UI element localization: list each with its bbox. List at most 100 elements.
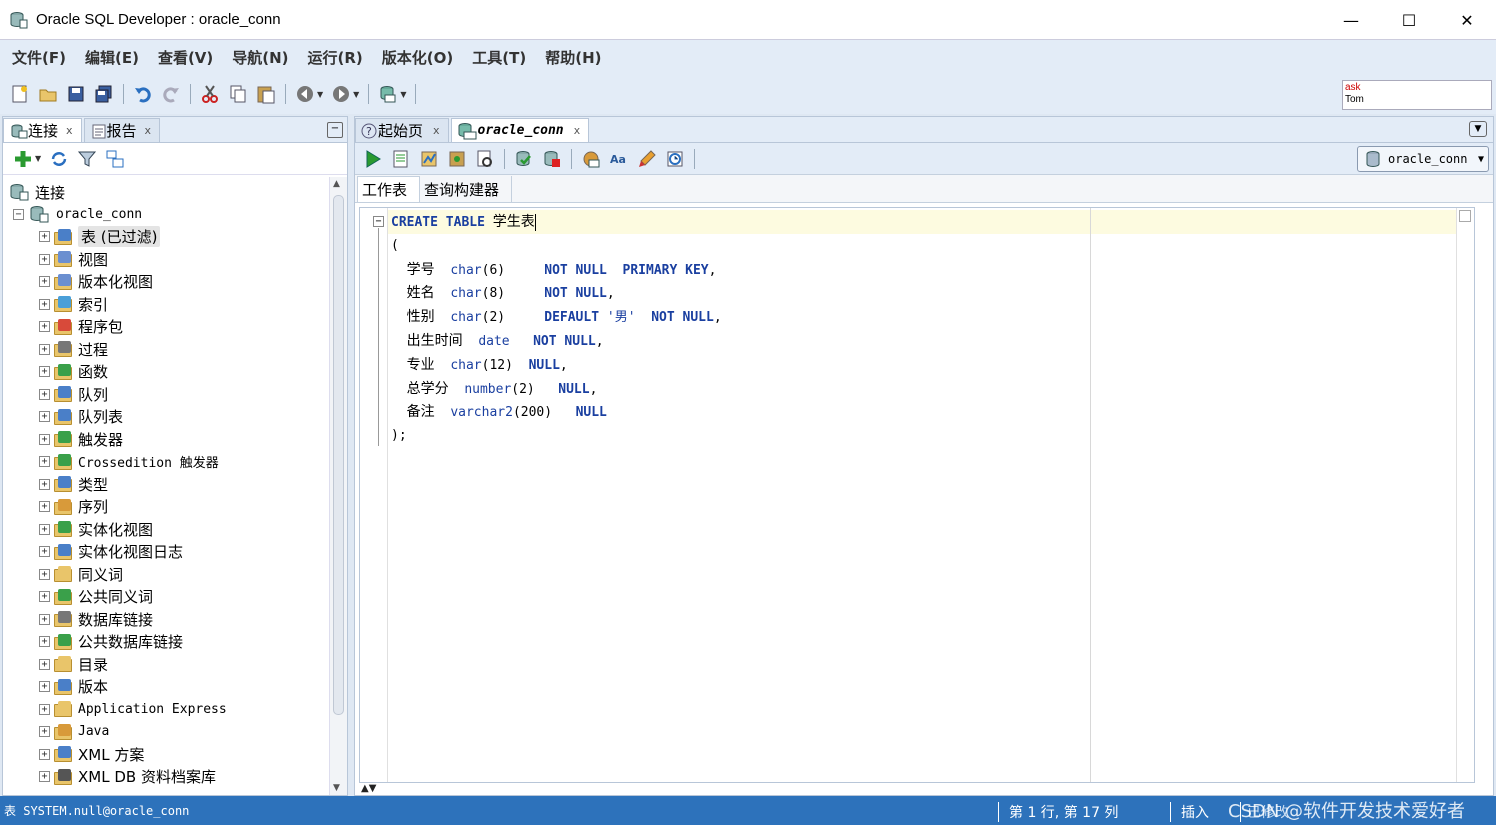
menu-view[interactable]: 查看(V): [158, 47, 213, 68]
expand-icon[interactable]: +: [39, 456, 50, 468]
sql-worksheet-icon[interactable]: [377, 83, 399, 105]
expand-icon[interactable]: +: [39, 726, 50, 738]
explain-plan-icon[interactable]: [446, 148, 468, 170]
tree-item[interactable]: + 公共同义词: [3, 586, 329, 609]
chevron-down-icon[interactable]: ▼: [35, 154, 41, 163]
refresh-icon[interactable]: [48, 148, 70, 170]
minimize-button[interactable]: —: [1322, 0, 1380, 40]
tree-item[interactable]: + XML DB 资料档案库: [3, 766, 329, 789]
expand-icon[interactable]: +: [39, 366, 50, 378]
menu-run[interactable]: 运行(R): [308, 47, 363, 68]
forward-icon[interactable]: [330, 83, 352, 105]
editor-scrollbar[interactable]: [1456, 208, 1474, 782]
tree-item[interactable]: + Java: [3, 721, 329, 744]
tab-reports[interactable]: 报告 x: [83, 118, 161, 142]
minimize-panel-button[interactable]: −: [327, 122, 343, 138]
filter-icon[interactable]: [76, 148, 98, 170]
tab-query-builder[interactable]: 查询构建器: [420, 176, 513, 202]
tree-item[interactable]: + 实体化视图: [3, 518, 329, 541]
close-icon[interactable]: x: [66, 124, 73, 137]
copy-icon[interactable]: [227, 83, 249, 105]
save-all-icon[interactable]: [93, 83, 115, 105]
tab-start-page[interactable]: ? 起始页 x: [355, 118, 449, 142]
expand-icon[interactable]: +: [39, 591, 50, 603]
tree-item[interactable]: + 视图: [3, 248, 329, 271]
save-icon[interactable]: [65, 83, 87, 105]
tree-item[interactable]: + 实体化视图日志: [3, 541, 329, 564]
expand-icon[interactable]: +: [39, 321, 50, 333]
cut-icon[interactable]: [199, 83, 221, 105]
run-statement-icon[interactable]: [362, 148, 384, 170]
tree-connection[interactable]: − oracle_conn: [3, 203, 329, 226]
chevron-down-icon[interactable]: ▼: [317, 90, 323, 99]
scroll-up-icon[interactable]: ▲: [333, 179, 340, 189]
tree-item[interactable]: + 版本化视图: [3, 271, 329, 294]
menu-help[interactable]: 帮助(H): [545, 47, 601, 68]
tune-sql-icon[interactable]: [474, 148, 496, 170]
expand-icon[interactable]: +: [39, 523, 50, 535]
expand-icon[interactable]: +: [39, 748, 50, 760]
expand-icon[interactable]: +: [39, 253, 50, 265]
run-script-icon[interactable]: [390, 148, 412, 170]
expand-icon[interactable]: +: [39, 343, 50, 355]
menu-file[interactable]: 文件(F): [12, 47, 66, 68]
close-icon[interactable]: x: [574, 124, 581, 137]
scrollbar-thumb[interactable]: [333, 195, 344, 715]
tree-item[interactable]: + 队列表: [3, 406, 329, 429]
expand-icon[interactable]: +: [39, 298, 50, 310]
connection-select[interactable]: oracle_conn ▼: [1357, 146, 1489, 172]
tree-item[interactable]: + 目录: [3, 653, 329, 676]
close-icon[interactable]: x: [433, 124, 440, 137]
add-connection-icon[interactable]: [12, 148, 34, 170]
tree-item[interactable]: + 表 (已过滤): [3, 226, 329, 249]
undo-icon[interactable]: [132, 83, 154, 105]
tree-item[interactable]: + 数据库链接: [3, 608, 329, 631]
expand-icon[interactable]: +: [39, 388, 50, 400]
tree-item[interactable]: + Crossedition 触发器: [3, 451, 329, 474]
tree-item[interactable]: + 公共数据库链接: [3, 631, 329, 654]
menu-versioning[interactable]: 版本化(O): [382, 47, 453, 68]
tab-oracle-conn[interactable]: oracle_conn x: [450, 118, 590, 142]
code-text[interactable]: CREATE TABLE 学生表 ( 学号 char(6) NOT NULL P…: [391, 210, 722, 448]
menu-edit[interactable]: 编辑(E): [85, 47, 139, 68]
expand-icon[interactable]: +: [39, 771, 50, 783]
expand-icon[interactable]: +: [39, 613, 50, 625]
tree-item[interactable]: + XML 方案: [3, 743, 329, 766]
maximize-button[interactable]: ☐: [1380, 0, 1438, 40]
autotrace-icon[interactable]: [418, 148, 440, 170]
tree-item[interactable]: + 类型: [3, 473, 329, 496]
scroll-down-icon[interactable]: ▼: [333, 783, 340, 793]
tree-item[interactable]: + 序列: [3, 496, 329, 519]
ask-tom-box[interactable]: ask Tom: [1342, 80, 1492, 110]
expand-icon[interactable]: +: [39, 658, 50, 670]
schema-browser-icon[interactable]: [104, 148, 126, 170]
tab-list-button[interactable]: ▼: [1469, 121, 1487, 137]
tree-item[interactable]: + 过程: [3, 338, 329, 361]
redo-icon[interactable]: [160, 83, 182, 105]
sql-history-icon[interactable]: [664, 148, 686, 170]
menu-navigate[interactable]: 导航(N): [232, 47, 288, 68]
expand-icon[interactable]: +: [39, 546, 50, 558]
tree-item[interactable]: + Application Express: [3, 698, 329, 721]
tree-root-connections[interactable]: 连接: [3, 181, 329, 203]
chevron-down-icon[interactable]: ▼: [353, 90, 359, 99]
tree-item[interactable]: + 索引: [3, 293, 329, 316]
chevron-down-icon[interactable]: ▼: [1478, 154, 1484, 165]
fold-icon[interactable]: −: [373, 216, 384, 227]
expand-icon[interactable]: +: [39, 433, 50, 445]
tree-item[interactable]: + 触发器: [3, 428, 329, 451]
expand-icon[interactable]: +: [39, 276, 50, 288]
tree-item[interactable]: + 版本: [3, 676, 329, 699]
expand-icon[interactable]: +: [39, 703, 50, 715]
tree-scrollbar[interactable]: ▲ ▼: [329, 177, 347, 795]
rollback-icon[interactable]: [541, 148, 563, 170]
tab-connections[interactable]: 连接 x: [3, 118, 82, 142]
new-file-icon[interactable]: [9, 83, 31, 105]
menu-tools[interactable]: 工具(T): [472, 47, 526, 68]
collapse-icon[interactable]: −: [13, 208, 24, 220]
expand-icon[interactable]: +: [39, 636, 50, 648]
expand-icon[interactable]: +: [39, 231, 50, 243]
expand-icon[interactable]: +: [39, 411, 50, 423]
sql-editor[interactable]: − CREATE TABLE 学生表 ( 学号 char(6) NOT NULL…: [359, 207, 1475, 783]
expand-icon[interactable]: +: [39, 568, 50, 580]
